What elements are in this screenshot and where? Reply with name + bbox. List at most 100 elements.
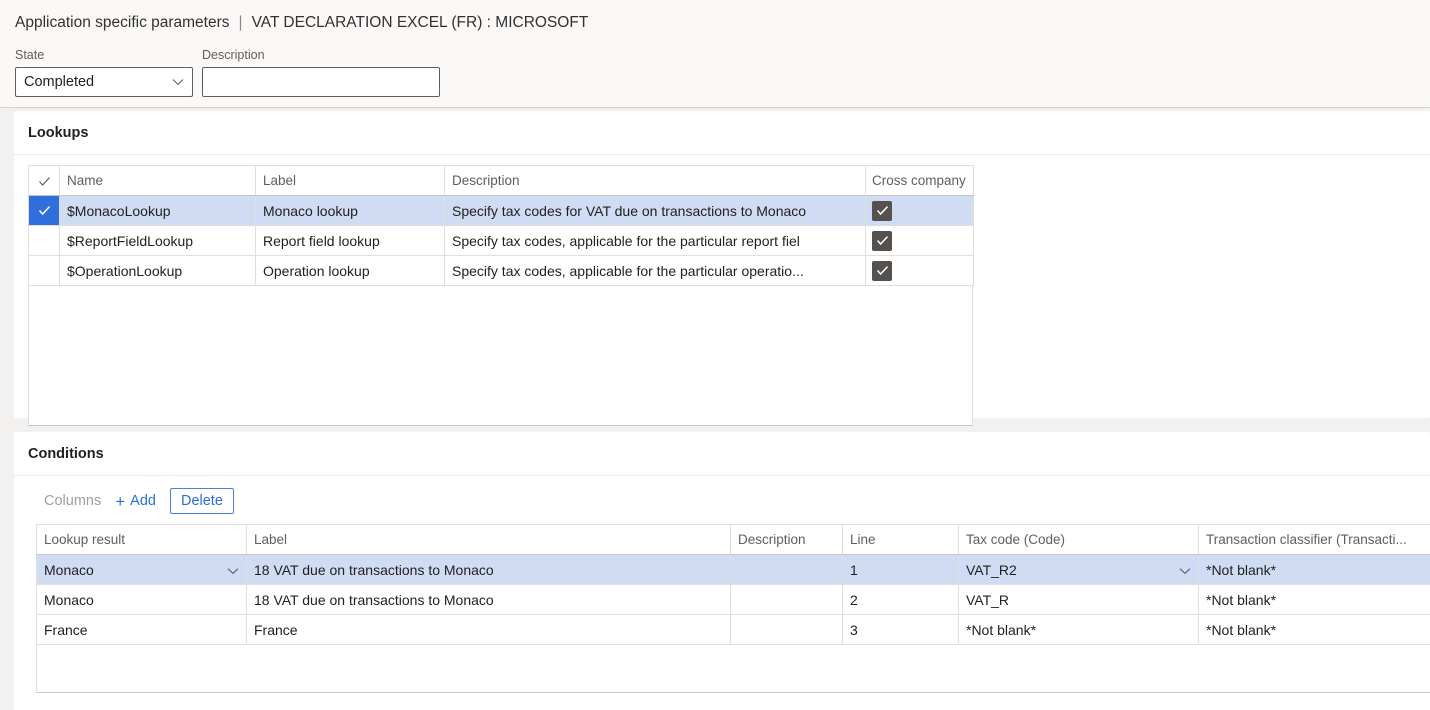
row-selected-indicator bbox=[29, 196, 60, 225]
page-title: Application specific parameters bbox=[15, 14, 230, 32]
conditions-table: Lookup result Label Description Line Tax… bbox=[36, 524, 1430, 645]
chevron-down-icon bbox=[227, 564, 239, 576]
cell-tax-code[interactable]: VAT_R bbox=[959, 585, 1199, 615]
lookups-panel-header: Lookups bbox=[14, 111, 1430, 155]
state-field-group: State Completed bbox=[15, 48, 193, 97]
cell-name: $ReportFieldLookup bbox=[60, 226, 256, 256]
cell-lookup-result-value: France bbox=[44, 622, 88, 638]
delete-button[interactable]: Delete bbox=[170, 488, 234, 514]
cell-tax-code-value: *Not blank* bbox=[966, 622, 1036, 638]
lookups-table-header: Name Label Description Cross company bbox=[29, 166, 974, 196]
state-select[interactable]: Completed bbox=[15, 67, 193, 97]
cell-transaction-classifier[interactable]: *Not blank* bbox=[1199, 555, 1430, 585]
cell-lookup-result[interactable]: France bbox=[37, 615, 247, 645]
chevron-down-icon bbox=[172, 76, 184, 88]
cell-description bbox=[731, 615, 843, 645]
conditions-section-title: Conditions bbox=[28, 446, 104, 462]
cell-tax-code-value: VAT_R2 bbox=[966, 562, 1017, 578]
cross-company-checkbox[interactable] bbox=[872, 201, 892, 221]
cell-lookup-result[interactable]: Monaco bbox=[37, 555, 247, 585]
cell-label: 18 VAT due on transactions to Monaco bbox=[247, 585, 731, 615]
table-row[interactable]: Monaco 18 VAT due on transactions to Mona… bbox=[37, 585, 1430, 615]
cell-line: 3 bbox=[843, 615, 959, 645]
table-row[interactable]: Monaco 18 VAT due on transactions to Mona… bbox=[37, 555, 1430, 585]
table-row[interactable]: France France 3 *Not blank* *Not blank* bbox=[37, 615, 1430, 645]
cell-name: $MonacoLookup bbox=[60, 196, 256, 226]
column-header-tax-code[interactable]: Tax code (Code) bbox=[959, 525, 1199, 555]
table-row[interactable]: $ReportFieldLookupReport field lookupSpe… bbox=[29, 226, 974, 256]
lookups-table: Name Label Description Cross company $Mo… bbox=[28, 165, 974, 286]
table-header-row: Name Label Description Cross company bbox=[29, 166, 974, 196]
plus-icon: + bbox=[115, 493, 125, 510]
cell-label: Monaco lookup bbox=[256, 196, 445, 226]
cell-lookup-result-value: Monaco bbox=[44, 592, 94, 608]
cell-cross-company bbox=[866, 226, 974, 256]
lookups-grid-container: Name Label Description Cross company $Mo… bbox=[14, 155, 1430, 426]
cell-tax-code[interactable]: *Not blank* bbox=[959, 615, 1199, 645]
cell-label: France bbox=[247, 615, 731, 645]
row-select-checkbox[interactable] bbox=[29, 226, 60, 256]
app-root: Application specific parameters | VAT DE… bbox=[0, 0, 1430, 710]
conditions-grid-container: Lookup result Label Description Line Tax… bbox=[14, 524, 1430, 693]
cell-name: $OperationLookup bbox=[60, 256, 256, 286]
row-select-checkbox[interactable] bbox=[29, 256, 60, 286]
cell-transaction-classifier[interactable]: *Not blank* bbox=[1199, 615, 1430, 645]
add-button[interactable]: + Add bbox=[111, 491, 160, 512]
cell-description: Specify tax codes, applicable for the pa… bbox=[445, 226, 866, 256]
check-icon bbox=[38, 175, 51, 188]
conditions-table-body: Monaco 18 VAT due on transactions to Mona… bbox=[37, 555, 1430, 645]
description-label: Description bbox=[202, 48, 440, 63]
columns-label: Columns bbox=[44, 493, 101, 509]
cell-description bbox=[731, 585, 843, 615]
chevron-down-icon bbox=[1179, 564, 1191, 576]
lookups-panel: Lookups Name Label Description Cross com… bbox=[14, 111, 1430, 418]
column-header-line[interactable]: Line bbox=[843, 525, 959, 555]
column-header-transaction-classifier[interactable]: Transaction classifier (Transacti... bbox=[1199, 525, 1430, 555]
column-header-lookup-result[interactable]: Lookup result bbox=[37, 525, 247, 555]
cell-lookup-result[interactable]: Monaco bbox=[37, 585, 247, 615]
table-row[interactable]: $OperationLookupOperation lookupSpecify … bbox=[29, 256, 974, 286]
conditions-panel: Conditions Columns + Add Delete Lookup r… bbox=[14, 432, 1430, 710]
conditions-panel-header: Conditions bbox=[14, 432, 1430, 476]
cell-transaction-classifier-value: *Not blank* bbox=[1206, 622, 1276, 638]
cell-tax-code-value: VAT_R bbox=[966, 592, 1009, 608]
cell-line: 2 bbox=[843, 585, 959, 615]
page-header: Application specific parameters | VAT DE… bbox=[0, 0, 1430, 108]
select-all-header[interactable] bbox=[29, 166, 60, 196]
cross-company-checkbox[interactable] bbox=[872, 231, 892, 251]
cell-transaction-classifier-value: *Not blank* bbox=[1206, 562, 1276, 578]
lookups-empty-area bbox=[28, 286, 973, 426]
column-header-cross-company[interactable]: Cross company bbox=[866, 166, 974, 196]
cell-description: Specify tax codes, applicable for the pa… bbox=[445, 256, 866, 286]
cell-transaction-classifier-value: *Not blank* bbox=[1206, 592, 1276, 608]
column-header-description[interactable]: Description bbox=[445, 166, 866, 196]
cell-tax-code[interactable]: VAT_R2 bbox=[959, 555, 1199, 585]
column-header-name[interactable]: Name bbox=[60, 166, 256, 196]
breadcrumb: Application specific parameters | VAT DE… bbox=[15, 14, 588, 32]
cell-label: Operation lookup bbox=[256, 256, 445, 286]
cell-description bbox=[731, 555, 843, 585]
conditions-toolbar: Columns + Add Delete bbox=[14, 476, 1430, 524]
lookups-table-body: $MonacoLookupMonaco lookupSpecify tax co… bbox=[29, 196, 974, 286]
cell-lookup-result-value: Monaco bbox=[44, 562, 94, 578]
description-input[interactable] bbox=[202, 67, 440, 97]
conditions-empty-area bbox=[36, 645, 1430, 693]
cell-label: Report field lookup bbox=[256, 226, 445, 256]
cross-company-checkbox[interactable] bbox=[872, 261, 892, 281]
row-select-checkbox[interactable] bbox=[29, 196, 60, 226]
column-header-description[interactable]: Description bbox=[731, 525, 843, 555]
cell-cross-company bbox=[866, 196, 974, 226]
page-subtitle: VAT DECLARATION EXCEL (FR) : MICROSOFT bbox=[252, 14, 589, 32]
cell-label: 18 VAT due on transactions to Monaco bbox=[247, 555, 731, 585]
state-select-value: Completed bbox=[24, 74, 94, 90]
cell-transaction-classifier[interactable]: *Not blank* bbox=[1199, 585, 1430, 615]
breadcrumb-separator: | bbox=[237, 14, 245, 32]
column-header-label[interactable]: Label bbox=[247, 525, 731, 555]
conditions-table-header: Lookup result Label Description Line Tax… bbox=[37, 525, 1430, 555]
cell-cross-company bbox=[866, 256, 974, 286]
column-header-label[interactable]: Label bbox=[256, 166, 445, 196]
cell-description: Specify tax codes for VAT due on transac… bbox=[445, 196, 866, 226]
add-button-label: Add bbox=[130, 493, 156, 509]
state-label: State bbox=[15, 48, 193, 63]
table-row[interactable]: $MonacoLookupMonaco lookupSpecify tax co… bbox=[29, 196, 974, 226]
